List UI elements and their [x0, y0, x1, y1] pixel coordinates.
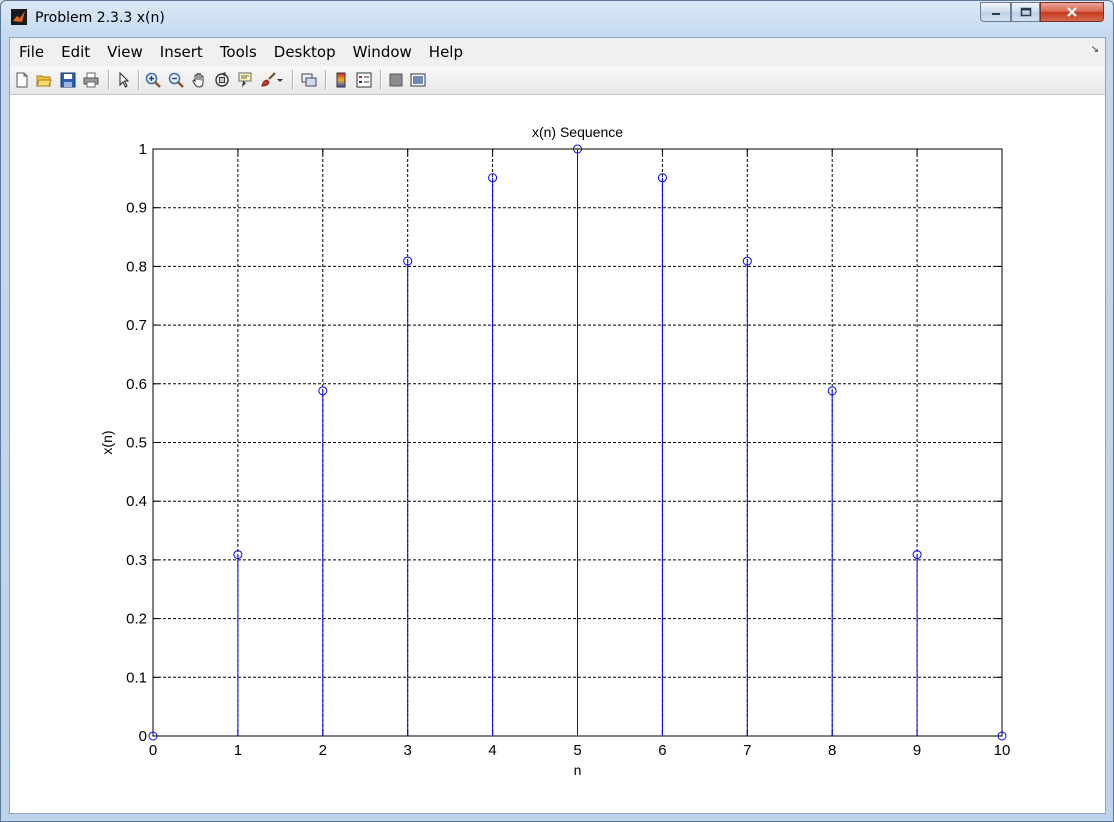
menu-window[interactable]: Window: [344, 38, 420, 66]
minimize-button[interactable]: [980, 2, 1011, 22]
window-title: Problem 2.3.3 x(n): [35, 10, 165, 26]
matlab-logo-icon: [11, 9, 27, 25]
stem-plot[interactable]: 0 1 2 3 4 5 6 7 8 9 10 0 0.1 0.2 0.3 0.4 0.5 0.6 0.7 0.8 0.9…: [10, 95, 1105, 813]
show-plot-tools-icon[interactable]: [410, 72, 426, 88]
pan-hand-icon[interactable]: [191, 72, 207, 88]
menu-dock-arrow-icon[interactable]: ↘: [1091, 44, 1099, 55]
y-tick-label: 0.6: [126, 376, 147, 393]
x-tick-label: 10: [994, 742, 1011, 759]
rotate-3d-icon[interactable]: [214, 72, 230, 88]
minimize-icon: [991, 13, 1000, 15]
x-tick-label: 2: [319, 742, 327, 759]
x-tick-label: 7: [743, 742, 751, 759]
y-tick-label: 1: [139, 141, 147, 158]
menu-insert[interactable]: Insert: [151, 38, 211, 66]
figure-window: Problem 2.3.3 x(n) File Edit View Insert…: [0, 0, 1114, 822]
figure-canvas: 0 1 2 3 4 5 6 7 8 9 10 0 0.1 0.2 0.3 0.4 0.5 0.6 0.7 0.8 0.9…: [10, 95, 1105, 813]
data-cursor-icon[interactable]: [237, 72, 253, 88]
y-tick-label: 0.1: [126, 669, 147, 686]
print-icon[interactable]: [83, 72, 99, 88]
menu-view[interactable]: View: [98, 38, 151, 66]
close-icon: [1067, 7, 1077, 17]
menu-bar: File Edit View Insert Tools Desktop Wind…: [10, 38, 1105, 66]
y-tick-label: 0.9: [126, 200, 147, 217]
x-tick-label: 4: [488, 742, 496, 759]
x-tick-label: 8: [828, 742, 836, 759]
zoom-in-icon[interactable]: [145, 72, 161, 88]
toolbar-separator: [138, 70, 139, 90]
hide-plot-tools-icon[interactable]: [388, 72, 404, 88]
x-axis-label: n: [574, 762, 582, 778]
save-icon[interactable]: [60, 72, 76, 88]
y-tick-label: 0.5: [126, 435, 147, 452]
x-tick-label: 0: [149, 742, 157, 759]
figure-client-area: File Edit View Insert Tools Desktop Wind…: [9, 37, 1106, 814]
maximize-button[interactable]: [1011, 2, 1040, 22]
link-plot-icon[interactable]: [301, 72, 317, 88]
menu-help[interactable]: Help: [420, 38, 471, 66]
zoom-out-icon[interactable]: [168, 72, 184, 88]
brush-dropdown-icon[interactable]: [276, 72, 284, 88]
figure-toolbar: [10, 66, 1105, 95]
brush-icon[interactable]: [260, 72, 276, 88]
colorbar-icon[interactable]: [333, 72, 349, 88]
toolbar-separator: [380, 70, 381, 90]
y-tick-label: 0.4: [126, 493, 147, 510]
x-tick-label: 3: [404, 742, 412, 759]
y-tick-label: 0.2: [126, 611, 147, 628]
x-tick-label: 1: [234, 742, 242, 759]
y-tick-label: 0.3: [126, 552, 147, 569]
close-button[interactable]: [1040, 2, 1104, 22]
toolbar-separator: [108, 70, 109, 90]
new-figure-icon[interactable]: [14, 72, 30, 88]
toolbar-separator: [292, 70, 293, 90]
select-arrow-icon[interactable]: [116, 72, 132, 88]
y-tick-label: 0.8: [126, 258, 147, 275]
x-tick-label: 5: [573, 742, 581, 759]
title-bar[interactable]: Problem 2.3.3 x(n): [1, 1, 1113, 35]
menu-tools[interactable]: Tools: [211, 38, 265, 66]
y-axis-label: x(n): [99, 430, 115, 454]
toolbar-separator: [325, 70, 326, 90]
y-tick-label: 0: [139, 728, 147, 745]
plot-title: x(n) Sequence: [532, 124, 623, 140]
open-file-icon[interactable]: [36, 72, 52, 88]
menu-desktop[interactable]: Desktop: [265, 38, 344, 66]
x-tick-label: 9: [913, 742, 921, 759]
y-tick-label: 0.7: [126, 317, 147, 334]
menu-edit[interactable]: Edit: [52, 38, 98, 66]
legend-icon[interactable]: [356, 72, 372, 88]
menu-file[interactable]: File: [10, 38, 52, 66]
maximize-icon: [1020, 7, 1031, 17]
x-tick-label: 6: [658, 742, 666, 759]
